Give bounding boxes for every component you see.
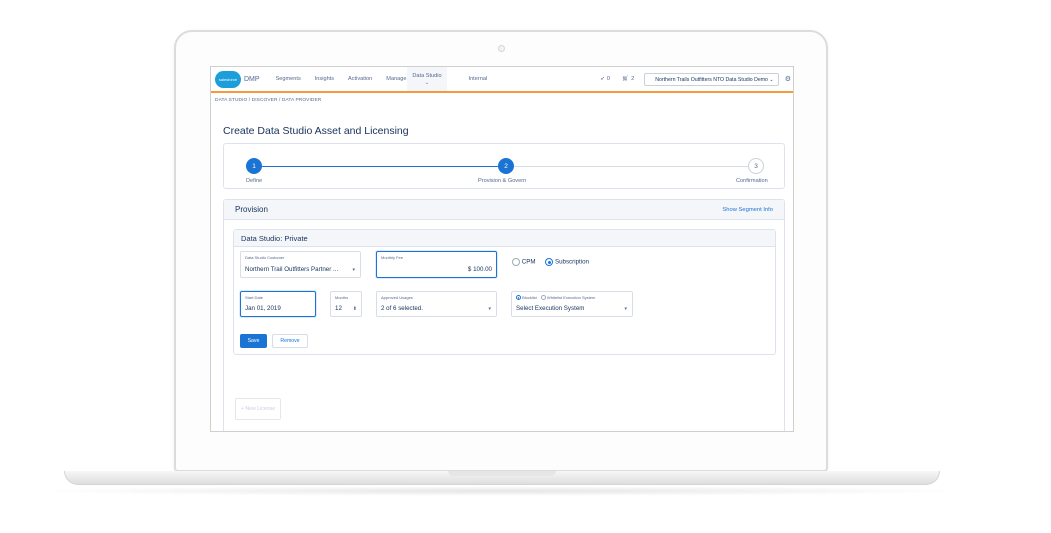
start-date-label: Start Date bbox=[245, 295, 264, 300]
data-studio-private-card: Data Studio: Private Data Studio Custome… bbox=[233, 229, 776, 355]
new-license-button[interactable]: + New License bbox=[235, 398, 281, 420]
blocklist-label: Blocklist bbox=[522, 295, 537, 300]
months-stepper[interactable]: Months 12 ⬍ bbox=[330, 291, 362, 317]
monthly-fee-field[interactable]: Monthly Fee $ 100.00 bbox=[376, 251, 497, 278]
step-3-label: Confirmation bbox=[736, 178, 768, 184]
step-2-label: Provision & Govern bbox=[478, 178, 527, 184]
org-name: Northern Trails Outfitters NTO Data Stud… bbox=[655, 76, 768, 83]
provision-header: Provision Show Segment Info bbox=[224, 200, 784, 220]
start-date-field[interactable]: Start Date Jan 01, 2019 bbox=[240, 291, 316, 317]
whitelist-label: Whitelist Execution System bbox=[547, 295, 596, 300]
laptop-notch bbox=[448, 471, 556, 476]
step-3-marker[interactable]: 3 bbox=[748, 158, 764, 174]
approved-usages-select[interactable]: Approved Usages 2 of 6 selected. ▾ bbox=[376, 291, 497, 317]
provision-title: Provision bbox=[235, 205, 268, 214]
show-segment-info-link[interactable]: Show Segment Info bbox=[722, 207, 773, 213]
page-title: Create Data Studio Asset and Licensing bbox=[223, 125, 409, 137]
notification-count: 0 bbox=[606, 76, 611, 82]
save-button[interactable]: Save bbox=[240, 334, 267, 348]
chevron-down-icon: ▾ bbox=[624, 306, 627, 312]
nav-item-internal[interactable]: Internal bbox=[469, 76, 488, 82]
notification-icon[interactable]: ➶ bbox=[600, 76, 605, 82]
customer-label: Data Studio Customer bbox=[245, 255, 285, 260]
remove-button[interactable]: Remove bbox=[272, 334, 308, 348]
nav-item-segments[interactable]: Segments bbox=[276, 76, 301, 82]
approved-usages-label: Approved Usages bbox=[381, 295, 413, 300]
chevron-down-icon: ▾ bbox=[352, 267, 355, 273]
execution-mode-radio-group: Blocklist Whitelist Execution System bbox=[516, 295, 596, 301]
customer-value: Northern Trail Outfitters Partner ... bbox=[245, 266, 339, 273]
breadcrumb[interactable]: DATA STUDIO / DISCOVER / DATA PROVIDER bbox=[215, 98, 321, 103]
months-value: 12 bbox=[335, 305, 342, 312]
blocklist-radio[interactable] bbox=[516, 295, 521, 301]
nav-item-manage[interactable]: Manage bbox=[386, 76, 406, 82]
gear-icon[interactable]: ⚙ bbox=[785, 75, 791, 83]
nav-item-data-studio-label: Data Studio bbox=[412, 72, 442, 79]
cpm-label: CPM bbox=[521, 258, 536, 266]
nav-item-activation[interactable]: Activation bbox=[348, 76, 372, 82]
nav-item-data-studio[interactable]: Data Studio ⌄ bbox=[407, 67, 447, 91]
app-screen: salesforce DMP Segments Insights Activat… bbox=[210, 66, 794, 432]
laptop-shadow bbox=[20, 486, 980, 496]
stepper-icon[interactable]: ⬍ bbox=[353, 306, 357, 312]
chevron-down-icon: ⌄ bbox=[424, 79, 430, 86]
logo-text: salesforce bbox=[218, 76, 238, 82]
whitelist-radio[interactable] bbox=[540, 295, 546, 301]
step-2-marker[interactable]: 2 bbox=[498, 158, 514, 174]
data-studio-card-title: Data Studio: Private bbox=[234, 230, 775, 247]
app-name: DMP bbox=[244, 75, 260, 83]
chevron-down-icon: ▾ bbox=[488, 306, 491, 312]
provision-panel: Provision Show Segment Info Data Studio:… bbox=[223, 199, 785, 431]
pricing-radio-group: CPM Subscription bbox=[512, 258, 589, 266]
execution-system-value: Select Execution System bbox=[516, 305, 585, 312]
subscription-radio[interactable] bbox=[545, 258, 554, 266]
progress-indicator: 1 2 3 Define Provision & Govern Confirma… bbox=[223, 143, 785, 189]
cart-count: 2 bbox=[631, 76, 635, 82]
cart-icon[interactable]: 🛒︎ bbox=[622, 76, 629, 82]
nav-utilities: ➶ 0 🛒︎ 2 Northern Trails Outfitters NTO … bbox=[594, 67, 791, 91]
subscription-label: Subscription bbox=[554, 258, 590, 266]
cpm-radio[interactable] bbox=[512, 258, 520, 266]
progress-line-remaining bbox=[514, 166, 752, 167]
monthly-fee-value: $ 100.00 bbox=[467, 266, 492, 273]
monthly-fee-label: Monthly Fee bbox=[381, 255, 404, 260]
top-navigation: salesforce DMP Segments Insights Activat… bbox=[211, 67, 793, 93]
progress-line-complete bbox=[262, 166, 506, 167]
start-date-value: Jan 01, 2019 bbox=[245, 305, 281, 312]
org-selector[interactable]: Northern Trails Outfitters NTO Data Stud… bbox=[644, 72, 779, 86]
step-1-marker[interactable]: 1 bbox=[246, 158, 262, 174]
camera-dot bbox=[498, 45, 505, 52]
step-1-label: Define bbox=[246, 178, 263, 184]
salesforce-logo-icon[interactable]: salesforce bbox=[215, 70, 241, 88]
months-label: Months bbox=[335, 295, 349, 300]
customer-select[interactable]: Data Studio Customer Northern Trail Outf… bbox=[240, 251, 361, 278]
execution-system-select[interactable]: Blocklist Whitelist Execution System Sel… bbox=[511, 291, 633, 317]
approved-usages-value: 2 of 6 selected. bbox=[381, 305, 423, 312]
nav-item-insights[interactable]: Insights bbox=[315, 76, 334, 82]
